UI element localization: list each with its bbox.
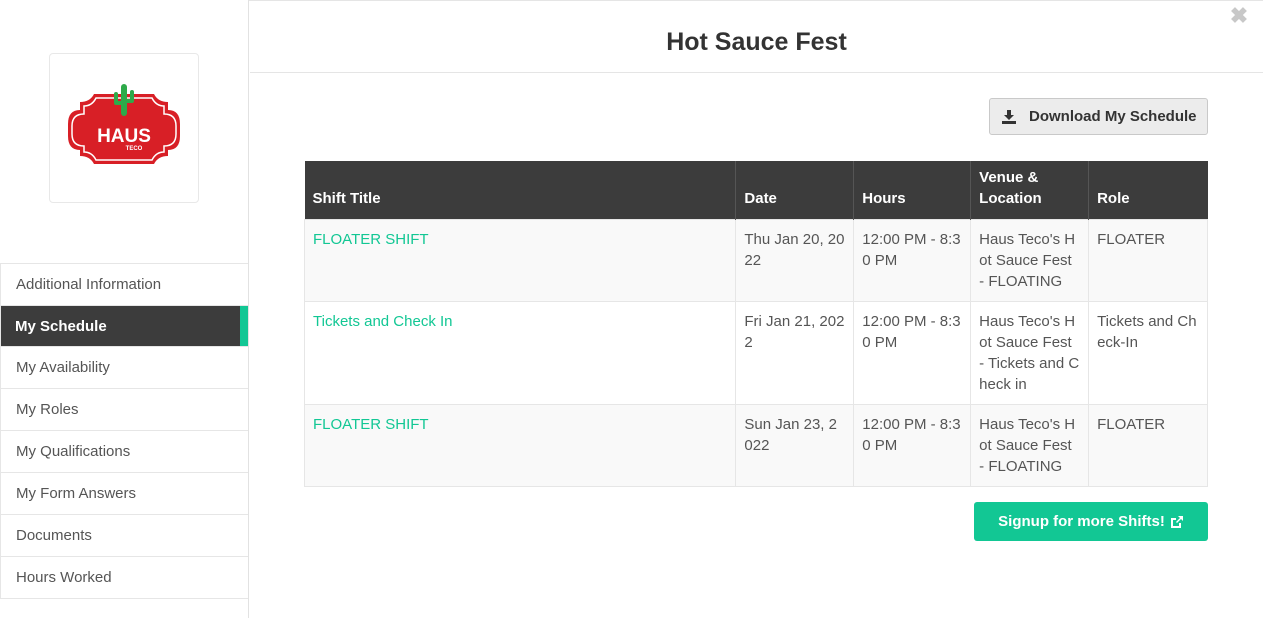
shift-hours: 12:00 PM - 8:30 PM [853, 403, 972, 487]
sidebar-item-my-schedule[interactable]: My Schedule [0, 306, 248, 347]
shift-role: Tickets and Check-In [1088, 300, 1208, 405]
shift-title-link[interactable]: FLOATER SHIFT [303, 403, 737, 487]
table-row: Tickets and Check In Fri Jan 21, 2022 12… [303, 300, 1208, 405]
sidebar-item-my-qualifications[interactable]: My Qualifications [0, 431, 248, 473]
logo-text-teco: TECO [126, 146, 143, 152]
sidebar: HAUS TECO Additional Information My Sche… [0, 0, 249, 618]
header-shift-title: Shift Title [304, 161, 737, 219]
shift-hours: 12:00 PM - 8:30 PM [853, 218, 972, 302]
shift-hours: 12:00 PM - 8:30 PM [853, 300, 972, 405]
table-row: FLOATER SHIFT Thu Jan 20, 2022 12:00 PM … [303, 218, 1208, 302]
schedule-table: Shift Title Date Hours Venue & Location … [303, 161, 1208, 487]
shift-date: Fri Jan 21, 2022 [735, 300, 855, 405]
sidebar-item-my-roles[interactable]: My Roles [0, 389, 248, 431]
header-role: Role [1088, 161, 1208, 219]
shift-venue: Haus Teco's Hot Sauce Fest - Tickets and… [970, 300, 1090, 405]
shift-role: FLOATER [1088, 218, 1208, 302]
page-title: Hot Sauce Fest [666, 28, 847, 56]
close-icon[interactable]: ✖ [1229, 5, 1249, 27]
sidebar-item-documents[interactable]: Documents [0, 515, 248, 557]
shift-venue: Haus Teco's Hot Sauce Fest - FLOATING [970, 403, 1090, 487]
shift-role: FLOATER [1088, 403, 1208, 487]
sidebar-nav: Additional Information My Schedule My Av… [0, 263, 248, 599]
signup-more-shifts-button[interactable]: Signup for more Shifts! [974, 502, 1208, 541]
table-header-row: Shift Title Date Hours Venue & Location … [304, 161, 1208, 219]
header-date: Date [735, 161, 855, 219]
download-schedule-label: Download My Schedule [1029, 108, 1197, 125]
sidebar-item-my-form-answers[interactable]: My Form Answers [0, 473, 248, 515]
table-row: FLOATER SHIFT Sun Jan 23, 2022 12:00 PM … [303, 403, 1208, 487]
logo-text-haus: HAUS [97, 126, 151, 147]
haus-teco-logo: HAUS TECO [68, 84, 180, 164]
signup-more-shifts-label: Signup for more Shifts! [998, 513, 1165, 530]
header-hours: Hours [853, 161, 972, 219]
shift-title-link[interactable]: FLOATER SHIFT [303, 218, 737, 302]
shift-date: Sun Jan 23, 2022 [735, 403, 855, 487]
header-divider [250, 72, 1263, 73]
external-link-icon [1170, 515, 1183, 528]
org-logo: HAUS TECO [49, 53, 199, 203]
download-schedule-button[interactable]: Download My Schedule [989, 98, 1208, 135]
shift-title-link[interactable]: Tickets and Check In [303, 300, 737, 405]
shift-venue: Haus Teco's Hot Sauce Fest - FLOATING [970, 218, 1090, 302]
sidebar-item-my-availability[interactable]: My Availability [0, 347, 248, 389]
sidebar-item-hours-worked[interactable]: Hours Worked [0, 557, 248, 599]
shift-date: Thu Jan 20, 2022 [735, 218, 855, 302]
header-venue-location: Venue & Location [970, 161, 1090, 219]
download-icon [1002, 109, 1016, 124]
sidebar-item-additional-information[interactable]: Additional Information [0, 264, 248, 306]
